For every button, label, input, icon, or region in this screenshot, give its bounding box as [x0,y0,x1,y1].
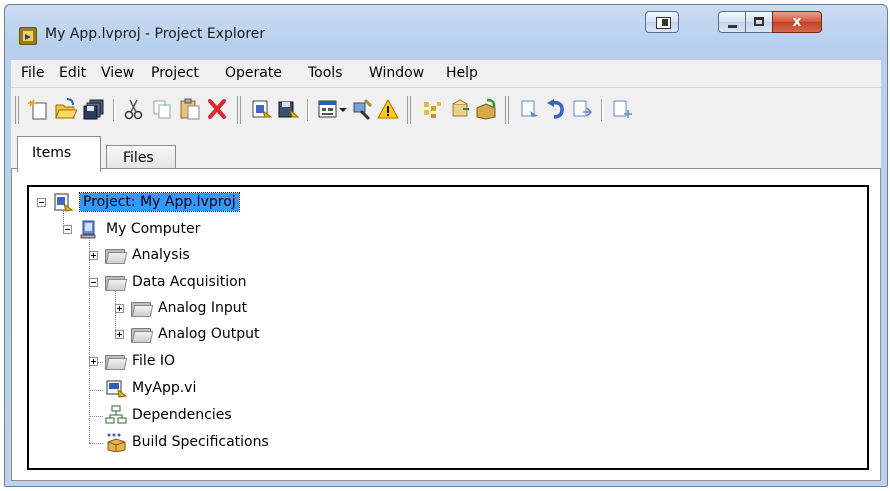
menu-edit[interactable]: Edit [59,65,86,81]
expand-toggle[interactable] [115,330,124,339]
collapse-toggle[interactable] [89,278,98,287]
menu-tools[interactable]: Tools [308,65,343,81]
collapse-toggle[interactable] [63,225,72,234]
expand-toggle[interactable] [89,357,98,366]
computer-icon [80,220,96,239]
collapse-toggle[interactable] [37,198,46,207]
dropdown-arrow-icon[interactable] [337,97,349,121]
vi-icon[interactable] [519,97,541,121]
toolbar-separator [307,99,309,121]
view-layout-icon[interactable] [317,97,339,121]
cut-icon[interactable] [123,97,145,121]
vi-new-icon[interactable] [611,97,633,121]
undo-icon[interactable] [545,97,567,121]
tree-node-analog-output[interactable]: Analog Output [158,325,259,343]
tree-line [89,443,103,444]
build-icon[interactable] [421,97,443,121]
restore-layout-icon [656,17,671,29]
dependencies-icon [105,405,127,424]
open-icon[interactable] [55,97,77,121]
tree-node-data-acquisition[interactable]: Data Acquisition [132,273,247,291]
build-specifications-icon [107,433,126,452]
menu-project[interactable]: Project [151,65,199,81]
tree-node-dependencies[interactable]: Dependencies [132,406,232,424]
toolbar-grip[interactable] [505,96,509,124]
tree-line [89,390,103,391]
new-icon[interactable] [27,97,49,121]
tree-node-my-computer[interactable]: My Computer [106,220,200,238]
tree-line [89,234,90,443]
folder-icon [131,301,154,317]
folder-icon [105,354,128,370]
toolbar-separator [113,99,115,121]
toolbar-grip[interactable] [15,96,19,124]
tab-strip: Items Files [11,131,881,172]
maximize-icon [754,17,764,26]
menu-file[interactable]: File [21,65,44,81]
folder-icon [105,248,128,264]
title-bar[interactable]: My App.lvproj - Project Explorer x [5,5,887,51]
tools-icon[interactable] [351,97,373,121]
project-tree[interactable]: Project: My App.lvproj My Computer Analy… [27,185,869,470]
tree-node-analog-input[interactable]: Analog Input [158,299,247,317]
maximize-button[interactable] [745,11,773,33]
save-all-icon[interactable] [83,97,105,121]
minimize-button[interactable] [718,11,746,33]
restore-layout-button[interactable] [645,11,679,33]
toolbar-grip[interactable] [407,96,411,124]
tree-line [89,416,103,417]
vi-file-icon [106,380,127,398]
menu-view[interactable]: View [101,65,134,81]
package-icon[interactable] [475,97,497,121]
expand-toggle[interactable] [115,304,124,313]
menu-bar: File Edit View Project Operate Tools Win… [11,60,881,87]
close-button[interactable]: x [772,11,822,33]
tree-node-myapp-vi[interactable]: MyApp.vi [132,379,196,397]
tree-node-analysis[interactable]: Analysis [132,246,190,264]
toolbar-separator [601,99,603,121]
tree-node-build-specifications[interactable]: Build Specifications [132,433,269,451]
menu-window[interactable]: Window [369,65,424,81]
toolbar [11,87,881,132]
menu-operate[interactable]: Operate [225,65,282,81]
copy-icon[interactable] [151,97,173,121]
menu-help[interactable]: Help [446,65,478,81]
minimize-icon [728,25,737,28]
warning-icon[interactable] [377,97,399,121]
tab-panel: Project: My App.lvproj My Computer Analy… [11,168,881,481]
paste-icon[interactable] [179,97,201,121]
project-icon[interactable] [251,97,273,121]
tab-files[interactable]: Files [106,145,176,169]
deploy-icon[interactable] [449,97,471,121]
project-explorer-window: My App.lvproj - Project Explorer x File … [4,4,888,487]
tree-node-project[interactable]: Project: My App.lvproj [79,192,240,212]
labview-app-icon [19,27,37,45]
tree-node-file-io[interactable]: File IO [132,352,175,370]
save-project-icon[interactable] [277,97,299,121]
tab-items[interactable]: Items [17,136,101,172]
folder-open-icon [105,275,128,291]
delete-icon[interactable] [206,97,228,121]
close-icon: x [792,14,802,30]
folder-icon [131,327,154,343]
window-title: My App.lvproj - Project Explorer [45,26,266,42]
vi-run-icon[interactable] [571,97,593,121]
expand-toggle[interactable] [89,251,98,260]
toolbar-grip[interactable] [237,96,241,124]
project-icon [54,193,73,212]
